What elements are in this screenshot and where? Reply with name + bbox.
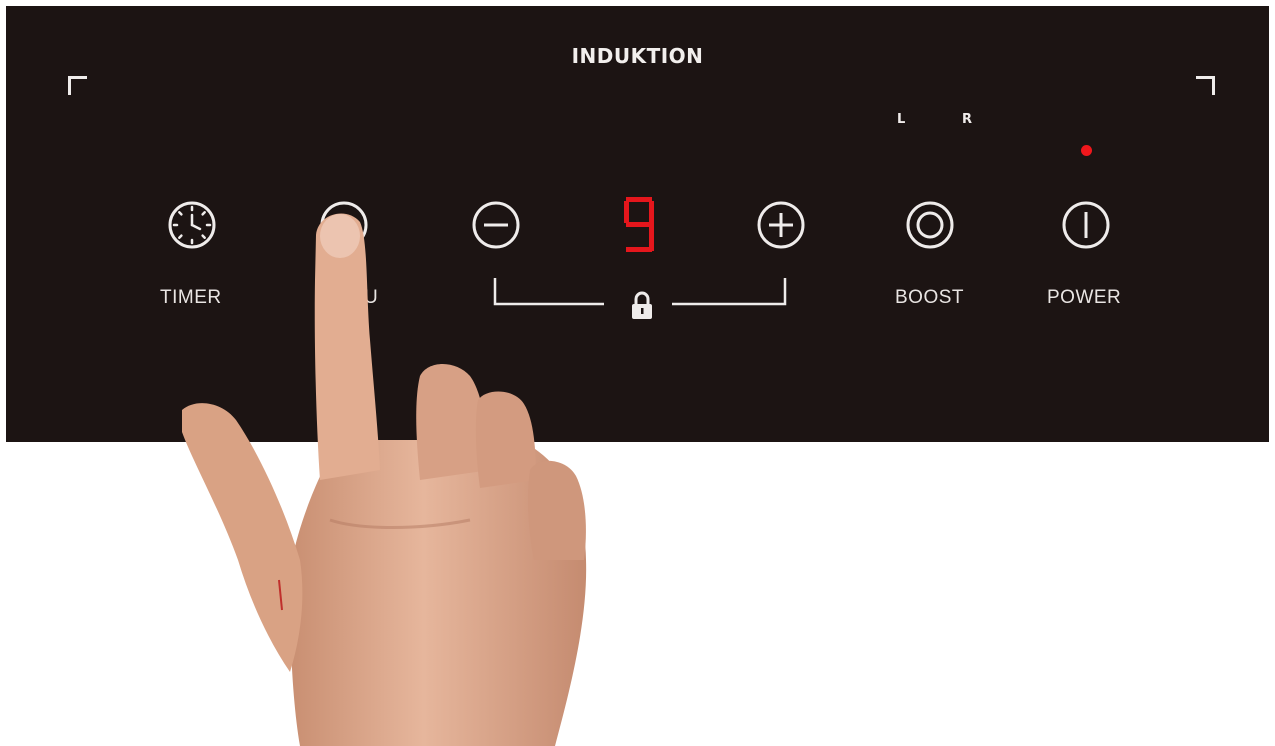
induction-control-panel: INDUKTION L R TIMER U BOOST POWER [6, 6, 1269, 442]
menu-button[interactable] [318, 199, 370, 251]
corner-mark-icon [1196, 76, 1215, 95]
ring-icon [320, 201, 368, 249]
power-indicator-led [1081, 145, 1092, 156]
timer-button[interactable] [166, 199, 218, 251]
boost-label: BOOST [895, 287, 965, 308]
power-icon [1062, 201, 1110, 249]
timer-label: TIMER [160, 287, 222, 308]
plus-icon [757, 201, 805, 249]
menu-label: U [364, 287, 379, 308]
boost-icon [906, 201, 954, 249]
power-level-display: 9 [622, 195, 656, 255]
decrease-button[interactable] [470, 199, 522, 251]
lock-icon [632, 291, 652, 319]
panel-title: INDUKTION [571, 44, 704, 68]
boost-button[interactable] [904, 199, 956, 251]
clock-icon [168, 201, 216, 249]
increase-button[interactable] [755, 199, 807, 251]
power-button[interactable] [1060, 199, 1112, 251]
seven-segment-digit [624, 197, 654, 252]
power-label: POWER [1047, 287, 1122, 308]
child-lock-button[interactable] [630, 291, 654, 321]
minus-icon [472, 201, 520, 249]
corner-mark-icon [68, 76, 87, 95]
zone-left-label: L [897, 112, 906, 127]
zone-right-label: R [962, 112, 973, 127]
